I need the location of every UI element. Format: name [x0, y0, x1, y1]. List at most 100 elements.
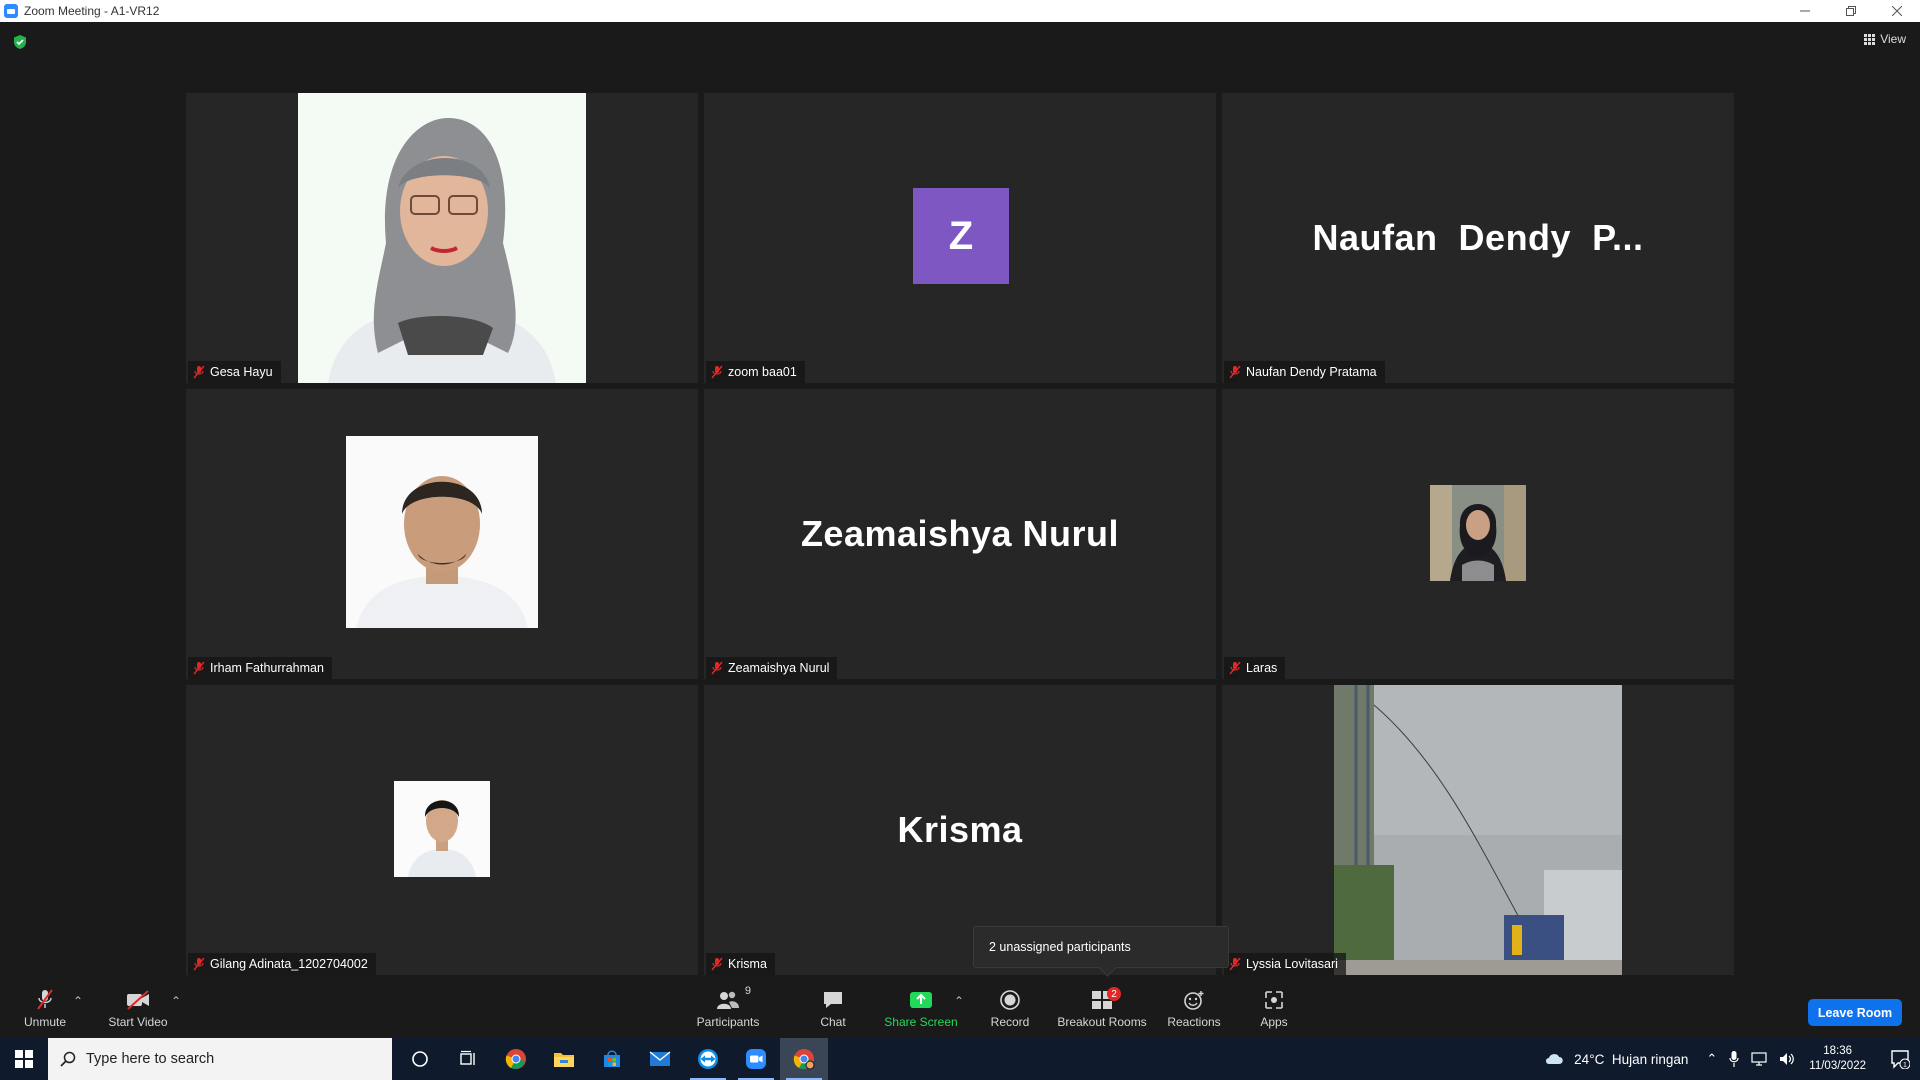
microphone-icon[interactable] [1729, 1051, 1739, 1067]
participant-name-tag: Zeamaishya Nurul [706, 657, 838, 679]
task-view-button[interactable] [444, 1038, 492, 1080]
participant-name-tag: Gesa Hayu [188, 361, 281, 383]
participants-count: 9 [744, 985, 751, 997]
view-button[interactable]: View [1864, 32, 1906, 46]
volume-icon[interactable] [1779, 1052, 1795, 1066]
muted-mic-icon [711, 957, 723, 971]
chrome-icon [505, 1049, 526, 1069]
share-screen-button[interactable]: Share Screen [880, 980, 962, 1038]
leave-room-button[interactable]: Leave Room [1808, 999, 1902, 1026]
weather-text: 24°C Hujan ringan [1574, 1051, 1689, 1067]
gallery-view: Gesa Hayu Z zoom baa01 Naufan Dendy P... [186, 93, 1734, 975]
title-bar: Zoom Meeting - A1-VR12 [0, 0, 1920, 22]
share-options-caret[interactable]: ⌃ [954, 994, 964, 1008]
mail-taskbar-button[interactable] [636, 1038, 684, 1080]
encryption-shield-icon[interactable] [12, 34, 28, 50]
participant-tile[interactable]: Gilang Adinata_1202704002 [186, 685, 698, 975]
unmute-button[interactable]: Unmute [14, 980, 76, 1038]
start-video-label: Start Video [108, 1015, 168, 1029]
breakout-rooms-button[interactable]: 2 Breakout Rooms [1054, 980, 1150, 1038]
muted-mic-icon [193, 661, 205, 675]
teamviewer-taskbar-button[interactable] [684, 1038, 732, 1080]
participant-display-name: Naufan Dendy P... [1312, 217, 1644, 258]
minimize-button[interactable] [1782, 0, 1828, 22]
taskbar-pinned-apps [396, 1038, 828, 1080]
muted-mic-icon [193, 957, 205, 971]
record-button[interactable]: Record [980, 980, 1040, 1038]
video-off-icon [127, 990, 149, 1010]
participant-name-tag: Laras [1224, 657, 1286, 679]
store-taskbar-button[interactable] [588, 1038, 636, 1080]
participant-name: Naufan Dendy Pratama [1246, 365, 1377, 379]
apps-button[interactable]: Apps [1246, 980, 1302, 1038]
notification-icon: 1 [1891, 1050, 1910, 1069]
participant-name-tag: Naufan Dendy Pratama [1224, 361, 1385, 383]
chrome-active-taskbar-button[interactable] [780, 1038, 828, 1080]
muted-mic-icon [711, 365, 723, 379]
muted-mic-icon [711, 661, 723, 675]
grid-view-icon [1864, 33, 1876, 45]
reactions-button[interactable]: Reactions [1160, 980, 1228, 1038]
zoom-taskbar-button[interactable] [732, 1038, 780, 1080]
tray-icons: ⌃ [1706, 1051, 1795, 1067]
breakout-rooms-label: Breakout Rooms [1057, 1015, 1147, 1029]
clock-date: 11/03/2022 [1809, 1060, 1866, 1072]
audio-options-caret[interactable]: ⌃ [73, 994, 83, 1008]
participant-photo [346, 436, 538, 628]
avatar: Z [913, 188, 1009, 284]
participant-tile[interactable]: Z zoom baa01 [704, 93, 1216, 383]
chrome-taskbar-button[interactable] [492, 1038, 540, 1080]
cloud-rain-icon [1546, 1054, 1563, 1064]
participants-button[interactable]: 9 Participants [690, 980, 766, 1038]
windows-logo-icon [15, 1050, 33, 1068]
restore-button[interactable] [1828, 0, 1874, 22]
notification-count: 1 [1903, 1062, 1907, 1069]
participant-name-tag: Lyssia Lovitasari [1224, 953, 1346, 975]
participant-tile[interactable]: Zeamaishya Nurul Zeamaishya Nurul [704, 389, 1216, 679]
clock[interactable]: 18:36 11/03/2022 [1809, 1044, 1866, 1074]
notification-center-button[interactable]: 1 [1880, 1038, 1920, 1080]
unassigned-participants-tooltip[interactable]: 2 unassigned participants [973, 926, 1229, 968]
restore-icon [1846, 6, 1856, 16]
participant-tile[interactable]: Lyssia Lovitasari [1222, 685, 1734, 975]
file-explorer-taskbar-button[interactable] [540, 1038, 588, 1080]
start-video-button[interactable]: Start Video [100, 980, 176, 1038]
reactions-icon [1184, 991, 1204, 1010]
participant-tile[interactable]: Naufan Dendy P... Naufan Dendy Pratama [1222, 93, 1734, 383]
close-button[interactable] [1874, 0, 1920, 22]
muted-mic-icon [37, 989, 53, 1010]
participant-name: Gesa Hayu [210, 365, 273, 379]
participant-tile[interactable]: Laras [1222, 389, 1734, 679]
folder-icon [554, 1053, 574, 1067]
participant-name: Zeamaishya Nurul [728, 661, 830, 675]
reactions-label: Reactions [1167, 1015, 1221, 1029]
chat-label: Chat [820, 1015, 846, 1029]
network-icon[interactable] [1751, 1052, 1767, 1066]
video-options-caret[interactable]: ⌃ [171, 994, 181, 1008]
cortana-button[interactable] [396, 1038, 444, 1080]
participant-tile[interactable]: Gesa Hayu [186, 93, 698, 383]
show-hidden-icons-chevron-icon[interactable]: ⌃ [1706, 1051, 1717, 1067]
participant-tile[interactable]: Irham Fathurrahman [186, 389, 698, 679]
clock-time: 18:36 [1823, 1045, 1853, 1057]
muted-mic-icon [193, 365, 205, 379]
share-screen-icon [910, 992, 932, 1008]
window-title: Zoom Meeting - A1-VR12 [24, 4, 160, 18]
participant-photo [394, 781, 490, 877]
search-placeholder: Type here to search [86, 1051, 215, 1067]
participants-label: Participants [696, 1015, 760, 1029]
unmute-label: Unmute [23, 1015, 67, 1029]
weather-widget[interactable]: 24°C Hujan ringan [1544, 1051, 1688, 1067]
task-view-icon [460, 1050, 475, 1065]
zoom-app-icon [4, 4, 18, 18]
breakout-badge: 2 [1107, 987, 1121, 1001]
participant-photo [1430, 485, 1526, 581]
chat-button[interactable]: Chat [800, 980, 866, 1038]
meeting-toolbar: Unmute ⌃ Start Video ⌃ 9 Participants Ch… [0, 980, 1920, 1038]
record-icon [1000, 990, 1020, 1010]
participant-name-tag: Gilang Adinata_1202704002 [188, 953, 376, 975]
search-icon [60, 1051, 76, 1067]
start-button[interactable] [0, 1038, 48, 1080]
taskbar-search-box[interactable]: Type here to search [48, 1038, 392, 1080]
participant-name-tag: Irham Fathurrahman [188, 657, 332, 679]
